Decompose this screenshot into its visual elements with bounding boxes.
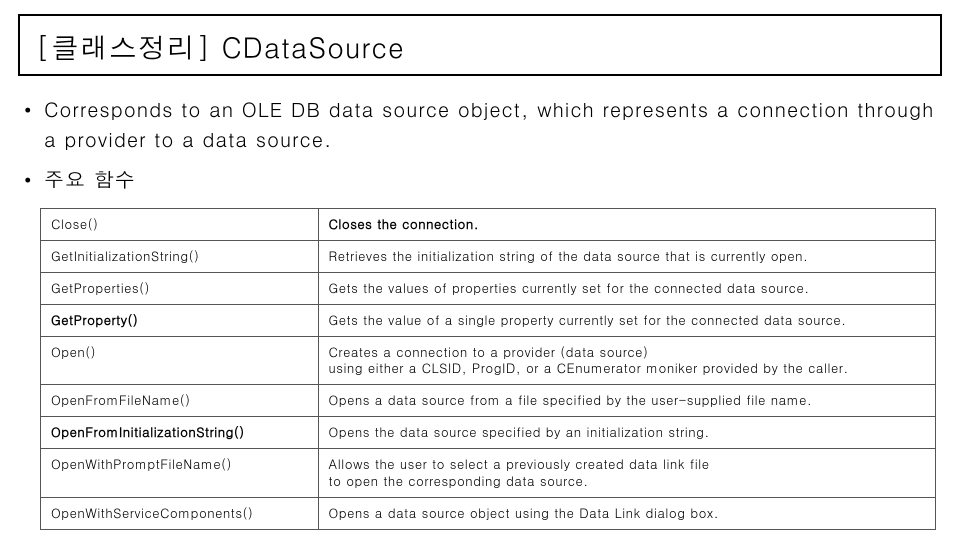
- table-row: OpenWithServiceComponents()Opens a data …: [41, 497, 936, 529]
- table-row: GetProperty()Gets the value of a single …: [41, 304, 936, 336]
- title-box: [클래스정리] CDataSource: [18, 14, 942, 76]
- function-name-cell: OpenWithPromptFileName(): [41, 449, 319, 498]
- function-table: Close()Closes the connection.GetInitiali…: [40, 208, 936, 530]
- bullet-item: • 주요 함수: [24, 164, 942, 194]
- bullet-text: 주요 함수: [44, 164, 942, 194]
- table-row: OpenWithPromptFileName()Allows the user …: [41, 449, 936, 498]
- function-desc-cell: Retrieves the initialization string of t…: [318, 240, 936, 272]
- function-desc-cell: Opens a data source object using the Dat…: [318, 497, 936, 529]
- function-desc-cell: Opens the data source specified by an in…: [318, 417, 936, 449]
- table-row: OpenFromFileName()Opens a data source fr…: [41, 385, 936, 417]
- function-desc-cell: Closes the connection.: [318, 209, 936, 241]
- function-name-cell: Open(): [41, 336, 319, 385]
- function-name-cell: OpenWithServiceComponents(): [41, 497, 319, 529]
- page-title: [클래스정리] CDataSource: [36, 26, 924, 66]
- function-name-cell: OpenFromInitializationString(): [41, 417, 319, 449]
- bullet-dot: •: [24, 94, 44, 154]
- function-desc-cell: Gets the values of properties currently …: [318, 272, 936, 304]
- function-name-cell: GetInitializationString(): [41, 240, 319, 272]
- bullet-text: Corresponds to an OLE DB data source obj…: [44, 94, 942, 154]
- table-row: GetInitializationString()Retrieves the i…: [41, 240, 936, 272]
- function-name-cell: GetProperty(): [41, 304, 319, 336]
- function-name-cell: Close(): [41, 209, 319, 241]
- table-row: OpenFromInitializationString()Opens the …: [41, 417, 936, 449]
- function-name-cell: OpenFromFileName(): [41, 385, 319, 417]
- bullet-item: • Corresponds to an OLE DB data source o…: [24, 94, 942, 154]
- function-desc-cell: Opens a data source from a file specifie…: [318, 385, 936, 417]
- bullet-list: • Corresponds to an OLE DB data source o…: [24, 94, 942, 194]
- table-row: Open()Creates a connection to a provider…: [41, 336, 936, 385]
- bullet-dot: •: [24, 164, 44, 194]
- table-row: Close()Closes the connection.: [41, 209, 936, 241]
- table-row: GetProperties()Gets the values of proper…: [41, 272, 936, 304]
- function-desc-cell: Allows the user to select a previously c…: [318, 449, 936, 498]
- function-desc-cell: Creates a connection to a provider (data…: [318, 336, 936, 385]
- function-desc-cell: Gets the value of a single property curr…: [318, 304, 936, 336]
- function-name-cell: GetProperties(): [41, 272, 319, 304]
